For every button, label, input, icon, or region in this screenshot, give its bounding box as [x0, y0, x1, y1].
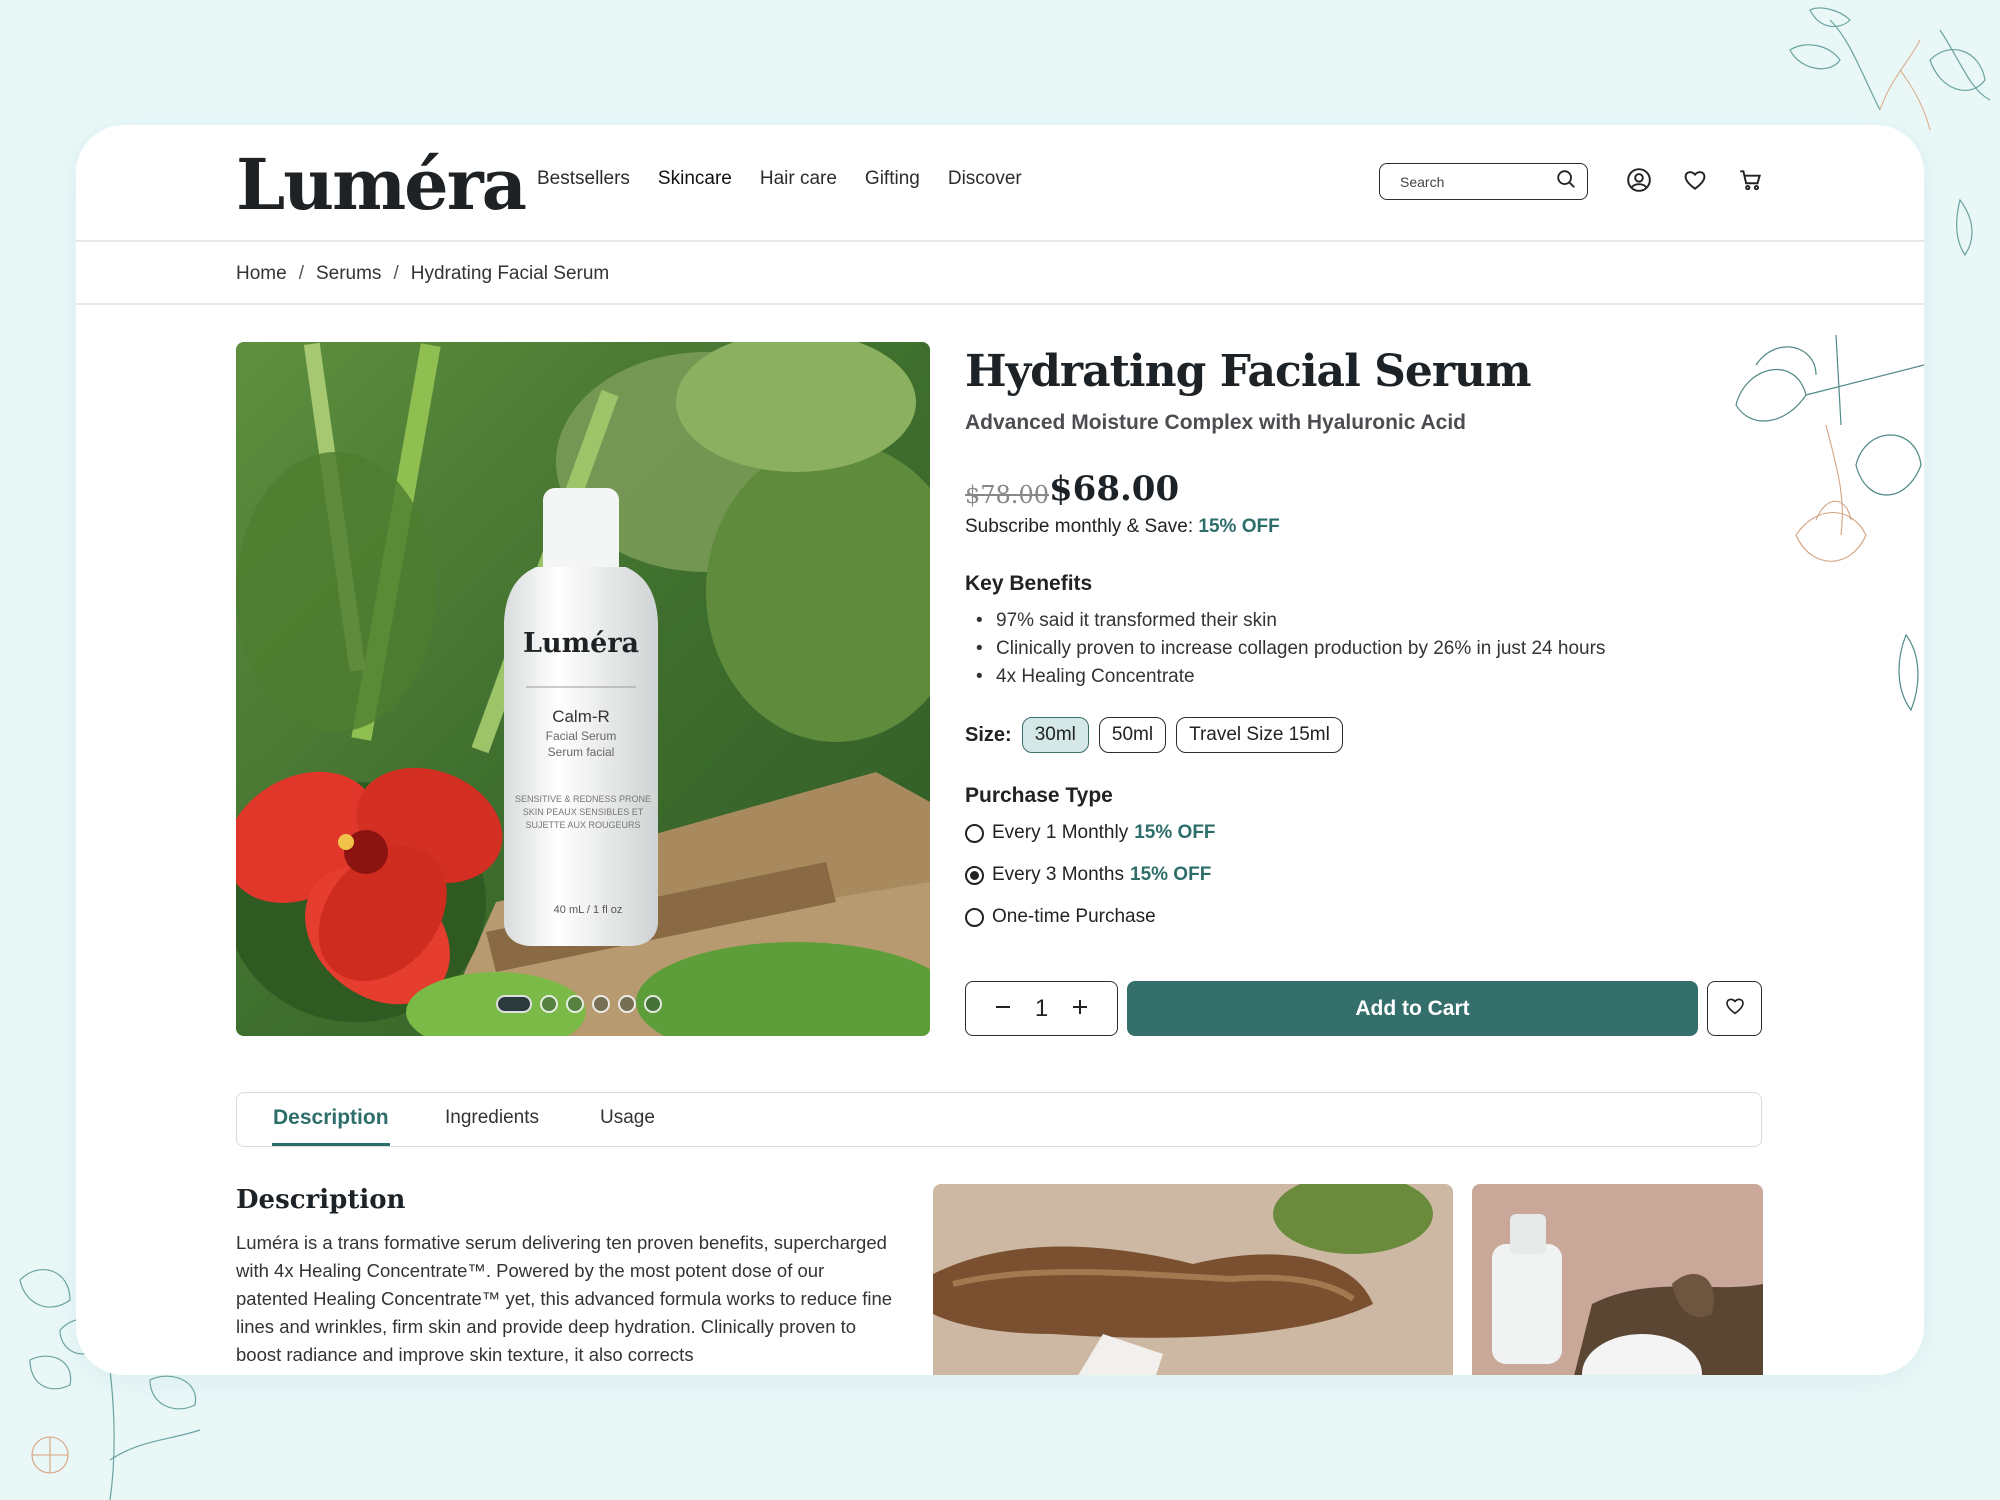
plus-icon[interactable]	[1071, 995, 1089, 1023]
product-subtitle: Advanced Moisture Complex with Hyaluroni…	[965, 411, 1466, 434]
divider	[76, 303, 1924, 305]
size-label: Size:	[965, 723, 1012, 746]
original-price: $78.00	[965, 481, 1049, 509]
wishlist-heart-icon[interactable]	[1682, 167, 1708, 193]
breadcrumb-separator: /	[298, 263, 304, 284]
product-title: Hydrating Facial Serum	[965, 346, 1532, 397]
carousel-dot[interactable]	[496, 995, 532, 1013]
carousel-dot[interactable]	[566, 995, 584, 1013]
brand-logo[interactable]: Luméra	[236, 143, 527, 226]
bottle-small-1: SENSITIVE & REDNESS PRONE	[515, 794, 651, 804]
nav-item-gifting[interactable]: Gifting	[865, 168, 920, 190]
account-icon[interactable]	[1626, 167, 1652, 193]
cart-icon[interactable]	[1738, 167, 1764, 193]
gallery-image-driftwood[interactable]	[933, 1184, 1453, 1375]
quantity-value[interactable]: 1	[1035, 995, 1048, 1023]
carousel-dot[interactable]	[644, 995, 662, 1013]
floral-decoration-card	[1676, 305, 1924, 725]
purchase-option-label: Every 3 Months	[992, 864, 1124, 885]
bottle-small-2: SKIN PEAUX SENSIBLES ET	[523, 807, 644, 817]
description-heading: Description	[236, 1185, 406, 1215]
size-option-50ml[interactable]: 50ml	[1098, 717, 1167, 753]
carousel-dots	[496, 995, 662, 1013]
add-to-wishlist-button[interactable]	[1707, 981, 1762, 1036]
breadcrumb-serums[interactable]: Serums	[316, 263, 381, 285]
purchase-option-discount: 15% OFF	[1130, 864, 1212, 885]
purchase-option-label: Every 1 Monthly	[992, 822, 1129, 843]
bottle-small-3: SUJETTE AUX ROUGEURS	[525, 820, 640, 830]
search-icon[interactable]	[1555, 168, 1577, 195]
key-benefits-title: Key Benefits	[965, 572, 1093, 595]
subscribe-note: Subscribe monthly & Save: 15% OFF	[965, 516, 1280, 538]
breadcrumb: Home / Serums / Hydrating Facial Serum	[236, 259, 609, 289]
product-image[interactable]: Luméra Calm-R Facial Serum Serum facial …	[236, 342, 930, 1036]
product-page-card: Luméra Bestsellers Skincare Hair care Gi…	[76, 125, 1924, 1375]
nav-item-skincare[interactable]: Skincare	[658, 168, 732, 190]
subscribe-discount: 15% OFF	[1198, 516, 1280, 537]
benefits-list: 97% said it transformed their skin Clini…	[976, 607, 1605, 691]
size-option-30ml[interactable]: 30ml	[1021, 717, 1089, 753]
bottle-product-name: Calm-R	[552, 707, 610, 726]
description-text: Luméra is a trans formative serum delive…	[236, 1232, 893, 1365]
sale-price: $68.00	[1049, 469, 1180, 509]
search-placeholder: Search	[1400, 173, 1445, 190]
search-input[interactable]: Search	[1379, 163, 1588, 200]
heart-icon	[1724, 995, 1746, 1022]
nav-item-bestsellers[interactable]: Bestsellers	[537, 168, 630, 190]
radio-button[interactable]	[965, 907, 984, 927]
bottle-volume: 40 mL / 1 fl oz	[554, 904, 623, 916]
benefit-item: Clinically proven to increase collagen p…	[976, 635, 1605, 663]
purchase-option-discount: 15% OFF	[1134, 822, 1216, 843]
purchase-option-monthly[interactable]: Every 1 Monthly 15% OFF	[965, 822, 1216, 844]
tab-usage[interactable]: Usage	[600, 1107, 655, 1129]
subscribe-text: Subscribe monthly & Save:	[965, 516, 1194, 537]
bottle-brand: Luméra	[523, 628, 639, 659]
tab-description[interactable]: Description	[273, 1106, 389, 1130]
radio-button[interactable]	[965, 823, 984, 843]
carousel-dot[interactable]	[618, 995, 636, 1013]
minus-icon[interactable]	[994, 995, 1012, 1023]
add-to-cart-button[interactable]: Add to Cart	[1127, 981, 1698, 1036]
bottle-line-2: Serum facial	[548, 745, 615, 759]
nav-item-hair-care[interactable]: Hair care	[760, 168, 837, 190]
purchase-option-label: One-time Purchase	[992, 906, 1156, 927]
product-tabs: Description Ingredients Usage	[236, 1092, 1762, 1147]
carousel-dot[interactable]	[540, 995, 558, 1013]
benefit-item: 4x Healing Concentrate	[976, 663, 1605, 691]
gallery-image-bottle[interactable]	[1472, 1184, 1763, 1375]
purchase-option-one-time[interactable]: One-time Purchase	[965, 906, 1156, 928]
benefit-item: 97% said it transformed their skin	[976, 607, 1605, 635]
size-selector: Size: 30ml 50ml Travel Size 15ml	[965, 717, 1353, 753]
nav-item-discover[interactable]: Discover	[948, 168, 1022, 190]
carousel-dot[interactable]	[592, 995, 610, 1013]
breadcrumb-separator: /	[393, 263, 399, 284]
purchase-option-3-months[interactable]: Every 3 Months 15% OFF	[965, 864, 1211, 886]
main-nav: Bestsellers Skincare Hair care Gifting D…	[537, 168, 1050, 190]
site-header: Luméra Bestsellers Skincare Hair care Gi…	[76, 125, 1924, 242]
radio-button-selected[interactable]	[965, 865, 984, 885]
active-tab-indicator	[272, 1143, 390, 1146]
quantity-stepper: 1	[965, 981, 1118, 1036]
tab-ingredients[interactable]: Ingredients	[445, 1107, 539, 1129]
size-option-travel[interactable]: Travel Size 15ml	[1176, 717, 1343, 753]
breadcrumb-home[interactable]: Home	[236, 263, 287, 285]
bottle-line-1: Facial Serum	[546, 729, 617, 743]
breadcrumb-current: Hydrating Facial Serum	[410, 263, 610, 284]
purchase-type-title: Purchase Type	[965, 784, 1113, 807]
